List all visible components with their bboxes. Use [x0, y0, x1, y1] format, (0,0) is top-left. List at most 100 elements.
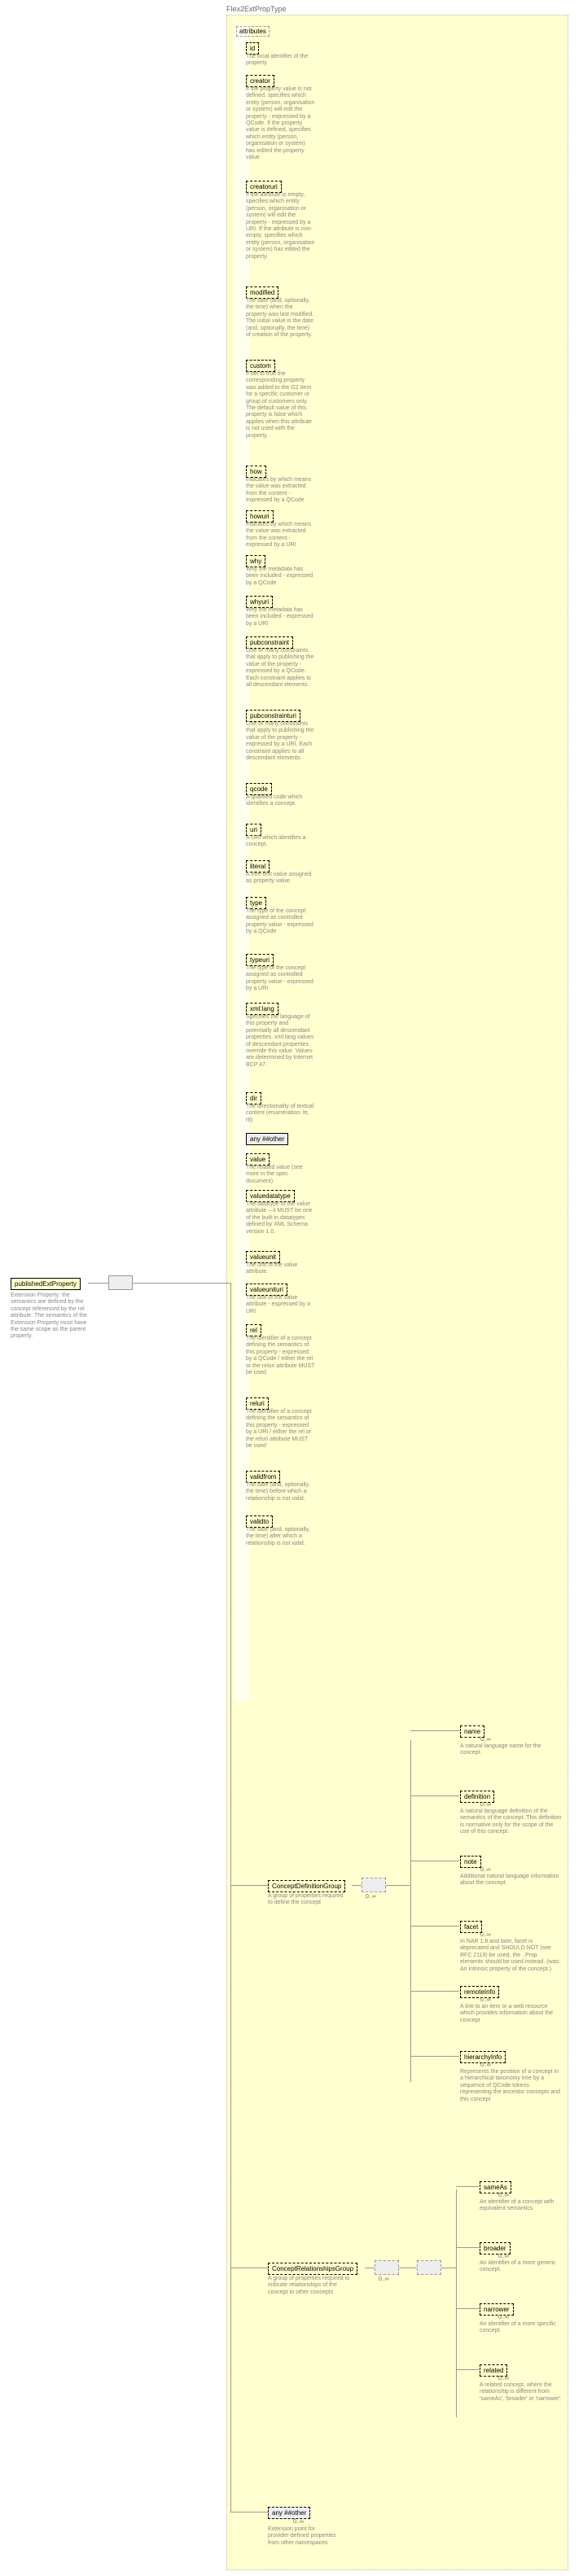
attr-how: how	[246, 466, 266, 478]
mult: 0..∞	[480, 1802, 491, 1808]
conn	[410, 1795, 459, 1796]
cdg-child-hierarchyInfo: hierarchyInfo	[460, 2051, 506, 2063]
attr-howuri: howuri	[246, 510, 274, 523]
concept-relationships-group: ConceptRelationshipsGroup	[268, 2263, 357, 2275]
cdg-desc: A group of properties required to define…	[268, 1893, 345, 1907]
cdg-child-note: note	[460, 1856, 481, 1868]
attr-id: id	[246, 42, 259, 55]
conn	[410, 2056, 459, 2057]
attr-whyuri: whyuri	[246, 596, 273, 608]
crg-desc: A group of properties required to indica…	[268, 2276, 357, 2296]
attr-rel: rel	[246, 1324, 261, 1336]
root-seq	[108, 1275, 133, 1290]
attr-uri: uri	[246, 824, 261, 836]
attr-desc: The unit of the value attribute - expres…	[246, 1295, 315, 1315]
desc: A related concept, where the relationshi…	[480, 2382, 569, 2403]
attr-desc: If set to true the corresponding propert…	[246, 371, 315, 440]
crg-spine	[456, 2189, 457, 2417]
attributes-label: attributes	[239, 28, 266, 35]
other-mult: 0..∞	[293, 2519, 304, 2525]
cdg-spine	[410, 1740, 411, 2082]
attr-valuedatatype: valuedatatype	[246, 1190, 295, 1202]
spine-v	[230, 1283, 231, 2512]
attr-literal: literal	[246, 860, 270, 873]
conn	[410, 1926, 459, 1927]
attr-desc: The type of the concept assigned as cont…	[246, 965, 315, 993]
attr-desc: One or many constraints that apply to pu…	[246, 721, 315, 762]
attr-desc: The directionality of textual content (e…	[246, 1104, 315, 1124]
crg-child-narrower: narrower	[480, 2303, 514, 2316]
attr-desc: One or many constraints that apply to pu…	[246, 648, 315, 689]
attributes-box: attributes	[236, 26, 270, 37]
cdg-seq	[362, 1878, 386, 1892]
attr-dir: dir	[246, 1092, 261, 1104]
root-label: publishedExtProperty	[15, 1280, 77, 1288]
cdg-conn	[230, 1885, 268, 1886]
mult: 0..∞	[480, 1932, 491, 1938]
attr-desc: The date (and, optionally, the time) bef…	[246, 1482, 315, 1502]
desc: A link to an item or a web resource whic…	[460, 2004, 562, 2024]
cdg-child-facet: facet	[460, 1921, 482, 1933]
attr-modified: modified	[246, 286, 278, 299]
attr-custom: custom	[246, 360, 275, 372]
attr-desc: The date (and, optionally, the time) whe…	[246, 298, 315, 339]
crg-choice	[417, 2260, 441, 2275]
cdg-child-remoteInfo: remoteInfo	[460, 1986, 499, 1998]
attr-validto: validto	[246, 1515, 273, 1528]
mult: 0..∞	[498, 2376, 509, 2381]
desc: In NAR 1.8 and later, facet is deprecate…	[460, 1939, 562, 1973]
attr-valueunit: valueunit	[246, 1251, 280, 1263]
mult: 0..∞	[480, 1867, 491, 1873]
conn	[410, 1730, 459, 1731]
mult: 0..∞	[480, 2062, 491, 2068]
cdg-seq-in	[352, 1885, 362, 1886]
cdg-label: ConceptDefinitionGroup	[272, 1883, 341, 1890]
attr-desc: The identifier of a concept defining the…	[246, 1336, 315, 1376]
desc: Represents the position of a concept in …	[460, 2069, 562, 2103]
attr-desc: The type of the concept assigned as cont…	[246, 908, 315, 936]
attr-desc: If the attribute is empty, specifies whi…	[246, 192, 315, 260]
attr-validfrom: validfrom	[246, 1471, 280, 1483]
desc: An identifier of a more specific concept…	[480, 2321, 569, 2335]
attr-desc: A URI which identifies a concept.	[246, 835, 315, 849]
attr-desc: The local identifier of the property.	[246, 54, 315, 68]
attr-anyother: any ##other	[246, 1133, 288, 1145]
attr-why: why	[246, 555, 265, 567]
crg-child-related: related	[480, 2364, 507, 2377]
attr-typeuri: typeuri	[246, 954, 274, 966]
conn	[456, 2186, 479, 2187]
attr-xmllang: xml:lang	[246, 1003, 278, 1015]
attr-desc: The related value (see more in the spec …	[246, 1165, 315, 1185]
attr-desc: The unit of the value attribute.	[246, 1262, 315, 1276]
attr-creator: creator	[246, 75, 274, 87]
attr-desc: The date (and, optionally, the time) aft…	[246, 1527, 315, 1547]
attr-desc: Why the metadata has been included - exp…	[246, 607, 315, 628]
attr-desc: Indicates by which means the value was e…	[246, 522, 315, 549]
mult: 0..∞	[498, 2315, 509, 2320]
type-title: Flex2ExtPropType	[226, 5, 287, 13]
attr-desc: A free-text value assigned as property v…	[246, 872, 315, 886]
attr-valueunituri: valueunituri	[246, 1284, 287, 1296]
cdg-child-name: name	[460, 1725, 484, 1738]
attr-creatoruri: creatoruri	[246, 181, 282, 193]
conn-root-h	[88, 1283, 108, 1284]
crg-child-broader: broader	[480, 2242, 511, 2255]
attr-desc: Why the metadata has been included - exp…	[246, 566, 315, 587]
root-desc: Extension Property: the semantics are de…	[11, 1292, 88, 1340]
crg-label: ConceptRelationshipsGroup	[272, 2265, 353, 2272]
mult: 0..∞	[498, 2193, 509, 2198]
attr-desc: If the property value is not defined, sp…	[246, 86, 315, 161]
conn	[456, 2247, 479, 2248]
other-label: any ##other	[272, 2509, 306, 2517]
attr-qcode: qcode	[246, 783, 272, 795]
desc: A natural language definition of the sem…	[460, 1808, 562, 1836]
attr-desc: The datatype of the value attribute – it…	[246, 1201, 315, 1236]
crg-child-sameAs: sameAs	[480, 2181, 511, 2193]
mult: 0..∞	[498, 2254, 509, 2259]
other-conn	[230, 2512, 268, 2513]
conn	[456, 2369, 479, 2370]
attr-desc: The identifier of a concept defining the…	[246, 1409, 315, 1450]
root-element: publishedExtProperty	[11, 1278, 81, 1290]
attr-desc: Specifies the language of this property …	[246, 1014, 315, 1069]
cdg-child-definition: definition	[460, 1791, 494, 1803]
